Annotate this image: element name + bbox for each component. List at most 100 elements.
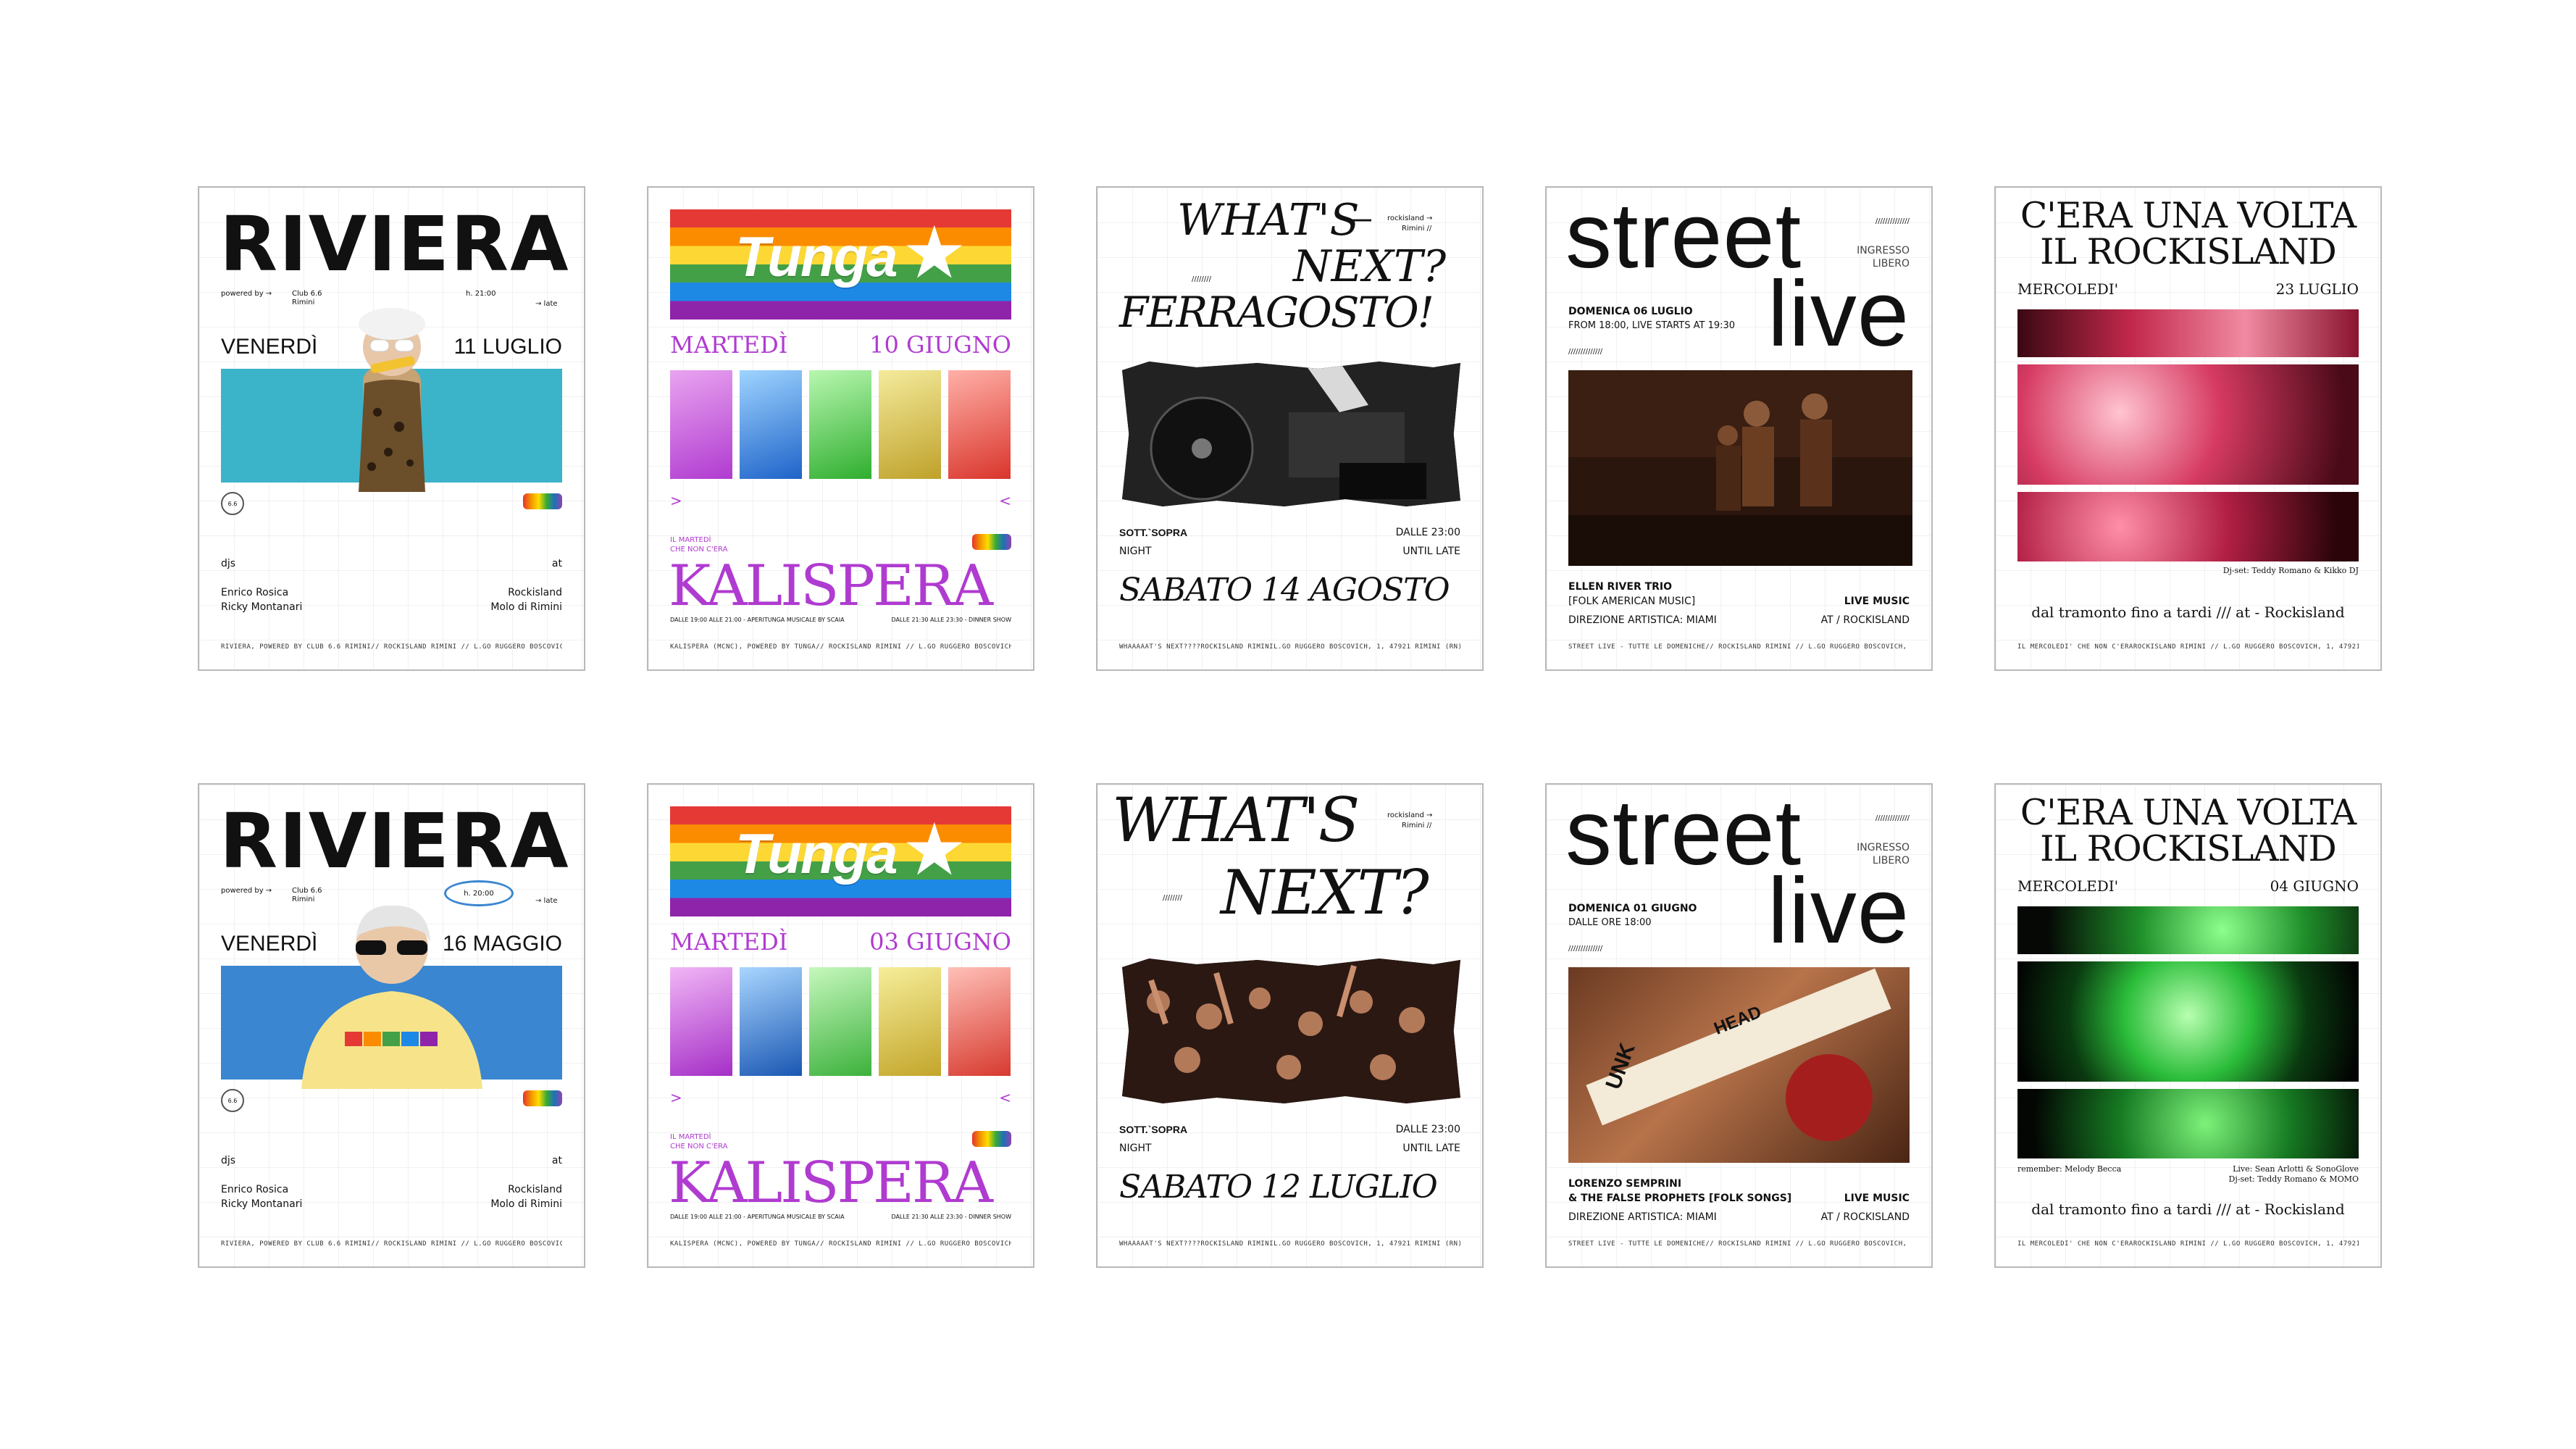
photo-strip bbox=[2017, 364, 2359, 485]
footer-right: // ROCKISLAND RIMINI // L.GO RUGGERO BOS… bbox=[816, 643, 1011, 651]
headline-ferragosto: FERRAGOSTO! bbox=[1119, 288, 1434, 337]
venue-location: Molo di Rimini bbox=[490, 601, 562, 613]
artist-photo-tile bbox=[670, 967, 732, 1076]
late-label: → late bbox=[535, 300, 558, 308]
poster-whats-next-12-luglio: WHAT'S rockisland → Rimini // //////// N… bbox=[1096, 783, 1484, 1268]
footer-left: WHAAAAAT'S NEXT???? bbox=[1119, 1240, 1201, 1248]
event-name: KALISPERA bbox=[669, 1151, 993, 1216]
chevron-left-icon: < bbox=[999, 1089, 1011, 1106]
slashes-decoration: ////////////// bbox=[1875, 814, 1910, 822]
headline-whats: WHAT'S bbox=[1177, 195, 1360, 246]
ingresso-label: INGRESSO bbox=[1857, 842, 1910, 853]
artistic-direction: DIREZIONE ARTISTICA: MIAMI bbox=[1568, 1211, 1717, 1223]
remember-credit: remember: Melody Becca bbox=[2017, 1164, 2122, 1174]
poster-footer: RIVIERA, POWERED BY CLUB 6.6 RIMINI// RO… bbox=[221, 1240, 562, 1248]
footer-left: RIVIERA, POWERED BY CLUB 6.6 RIMINI bbox=[221, 1240, 372, 1248]
start-time: h. 21:00 bbox=[466, 290, 496, 298]
night-label: NIGHT bbox=[1119, 1143, 1152, 1154]
slashes-decoration: //////// bbox=[1192, 275, 1211, 283]
woman-with-sunglasses-photo bbox=[301, 905, 482, 1089]
dj-name: Enrico Rosica bbox=[221, 587, 289, 598]
woman-with-corn-photo bbox=[358, 308, 425, 492]
club-city: Rimini bbox=[292, 298, 315, 306]
footer-right: // ROCKISLAND RIMINI // L.GO RUGGERO BOS… bbox=[816, 1240, 1011, 1248]
footer-left: KALISPERA (MCNC), POWERED BY TUNGA bbox=[670, 1240, 816, 1248]
star-icon: ★ bbox=[902, 210, 967, 295]
artist-photo-tile bbox=[740, 967, 802, 1076]
artist-genre: [FOLK AMERICAN MUSIC] bbox=[1568, 596, 1696, 607]
slashes-decoration: ////////////// bbox=[1568, 945, 1603, 953]
slashes-decoration: ////////////// bbox=[1875, 217, 1910, 225]
date-headline: SABATO 14 AGOSTO bbox=[1119, 572, 1450, 609]
artist-photo-tile bbox=[670, 370, 732, 479]
headline-whats: WHAT'S bbox=[1112, 785, 1360, 856]
subtitle: IL MARTEDÌ bbox=[670, 1133, 711, 1141]
date-label: 23 LUGLIO bbox=[2275, 280, 2359, 298]
footer-left: RIVIERA, POWERED BY CLUB 6.6 RIMINI bbox=[221, 643, 372, 651]
schedule-left: DALLE 19:00 ALLE 21:00 - APERITUNGA MUSI… bbox=[670, 617, 845, 623]
poster-riviera-16-maggio: RIVIERA powered by → Club 6.6 Rimini h. … bbox=[198, 783, 585, 1268]
photo-strip bbox=[2017, 906, 2359, 954]
tunga-rainbow-logo bbox=[972, 534, 1011, 550]
ingresso-label: INGRESSO bbox=[1857, 245, 1910, 256]
headline-next: NEXT? bbox=[1293, 241, 1447, 292]
artist-name: ELLEN RIVER TRIO bbox=[1568, 581, 1673, 593]
poster-street-live-06-luglio: street ////////////// INGRESSO LIBERO li… bbox=[1545, 186, 1933, 671]
poster-footer: STREET LIVE - TUTTE LE DOMENICHE// ROCKI… bbox=[1568, 1240, 1910, 1248]
at-label: at bbox=[551, 1155, 562, 1166]
club-6-6-badge: 6.6 bbox=[221, 1089, 244, 1112]
date-label: 04 GIUGNO bbox=[2270, 877, 2359, 895]
venue-location: Molo di Rimini bbox=[490, 1198, 562, 1210]
slashes-decoration: ////////////// bbox=[1568, 348, 1603, 356]
star-icon: ★ bbox=[902, 807, 967, 892]
footer-left: STREET LIVE - TUTTE LE DOMENICHE bbox=[1568, 643, 1706, 651]
artist-photo-tile bbox=[879, 370, 941, 479]
tunga-rainbow-logo bbox=[523, 1090, 562, 1106]
date-headline: SABATO 12 LUGLIO bbox=[1119, 1169, 1438, 1206]
credits: Dj-set: Teddy Romano & Kikko DJ bbox=[2222, 566, 2359, 575]
venue-name: Rockisland bbox=[508, 587, 562, 598]
djs-label: djs bbox=[221, 558, 236, 569]
footer-middle: ROCKISLAND RIMINI bbox=[1200, 643, 1274, 651]
location-city: Rimini // bbox=[1402, 225, 1432, 233]
chevron-right-icon: > bbox=[670, 1089, 682, 1106]
tunga-logo: Tunga bbox=[735, 822, 898, 885]
footer-left: KALISPERA (MCNC), POWERED BY TUNGA bbox=[670, 643, 816, 651]
poster-footer: RIVIERA, POWERED BY CLUB 6.6 RIMINI// RO… bbox=[221, 643, 562, 651]
poster-footer: WHAAAAAT'S NEXT???? ROCKISLAND RIMINI L.GO… bbox=[1119, 1240, 1460, 1248]
poster-footer: STREET LIVE - TUTTE LE DOMENICHE// ROCKI… bbox=[1568, 643, 1910, 651]
footer-right: // ROCKISLAND RIMINI // L.GO RUGGERO BOS… bbox=[1705, 1240, 1910, 1248]
footer-left: WHAAAAAT'S NEXT???? bbox=[1119, 643, 1201, 651]
start-time: DALLE 23:00 bbox=[1395, 1124, 1460, 1135]
dj-name: Ricky Montanari bbox=[221, 601, 303, 613]
footer-middle: ROCKISLAND RIMINI bbox=[1200, 1240, 1274, 1248]
schedule-right: DALLE 21:30 ALLE 23:30 - DINNER SHOW bbox=[891, 1214, 1011, 1220]
live-music-label: LIVE MUSIC bbox=[1844, 596, 1910, 607]
venue-label: AT / ROCKISLAND bbox=[1820, 614, 1910, 626]
slashes-decoration: //////// bbox=[1163, 894, 1182, 902]
headline-next: NEXT? bbox=[1221, 857, 1429, 928]
poster-riviera-11-luglio: RIVIERA powered by → Club 6.6 Rimini h. … bbox=[198, 186, 585, 671]
date-label: 11 LUGLIO bbox=[453, 335, 562, 359]
at-label: at bbox=[551, 558, 562, 569]
footer-right: ROCKISLAND RIMINI // L.GO RUGGERO BOSCOV… bbox=[2133, 1240, 2359, 1248]
poster-rockisland-23-luglio: C'ERA UNA VOLTA IL ROCKISLAND MERCOLEDI'… bbox=[1994, 186, 2382, 671]
time-label: FROM 18:00, LIVE STARTS AT 19:30 bbox=[1568, 320, 1736, 331]
live-credit: Live: Sean Arlotti & SonoGlove bbox=[2233, 1164, 2359, 1174]
title-line-2: IL ROCKISLAND bbox=[2040, 828, 2337, 869]
date-label: DOMENICA 01 GIUGNO bbox=[1568, 903, 1697, 914]
poster-whats-next-ferragosto: WHAT'S — rockisland → Rimini // ////////… bbox=[1096, 186, 1484, 671]
poster-footer: WHAAAAAT'S NEXT???? ROCKISLAND RIMINI L.GO… bbox=[1119, 643, 1460, 651]
day-label: MARTEDÌ bbox=[670, 928, 788, 956]
sotto-sopra-label: SOTT.`SOPRA bbox=[1119, 1124, 1188, 1135]
photo-strip bbox=[2017, 492, 2359, 561]
chevron-right-icon: > bbox=[670, 492, 682, 509]
day-label: MARTEDÌ bbox=[670, 331, 788, 359]
event-name: KALISPERA bbox=[669, 554, 993, 619]
artist-band: & THE FALSE PROPHETS [FOLK SONGS] bbox=[1568, 1193, 1792, 1204]
live-music-label: LIVE MUSIC bbox=[1844, 1193, 1910, 1204]
footer-left: IL MERCOLEDI' CHE NON C'ERA bbox=[2017, 1240, 2133, 1248]
footer-right: // ROCKISLAND RIMINI // L.GO RUGGERO BOS… bbox=[1705, 643, 1910, 651]
artist-name: LORENZO SEMPRINI bbox=[1568, 1178, 1682, 1190]
day-label: VENERDÌ bbox=[221, 335, 318, 359]
